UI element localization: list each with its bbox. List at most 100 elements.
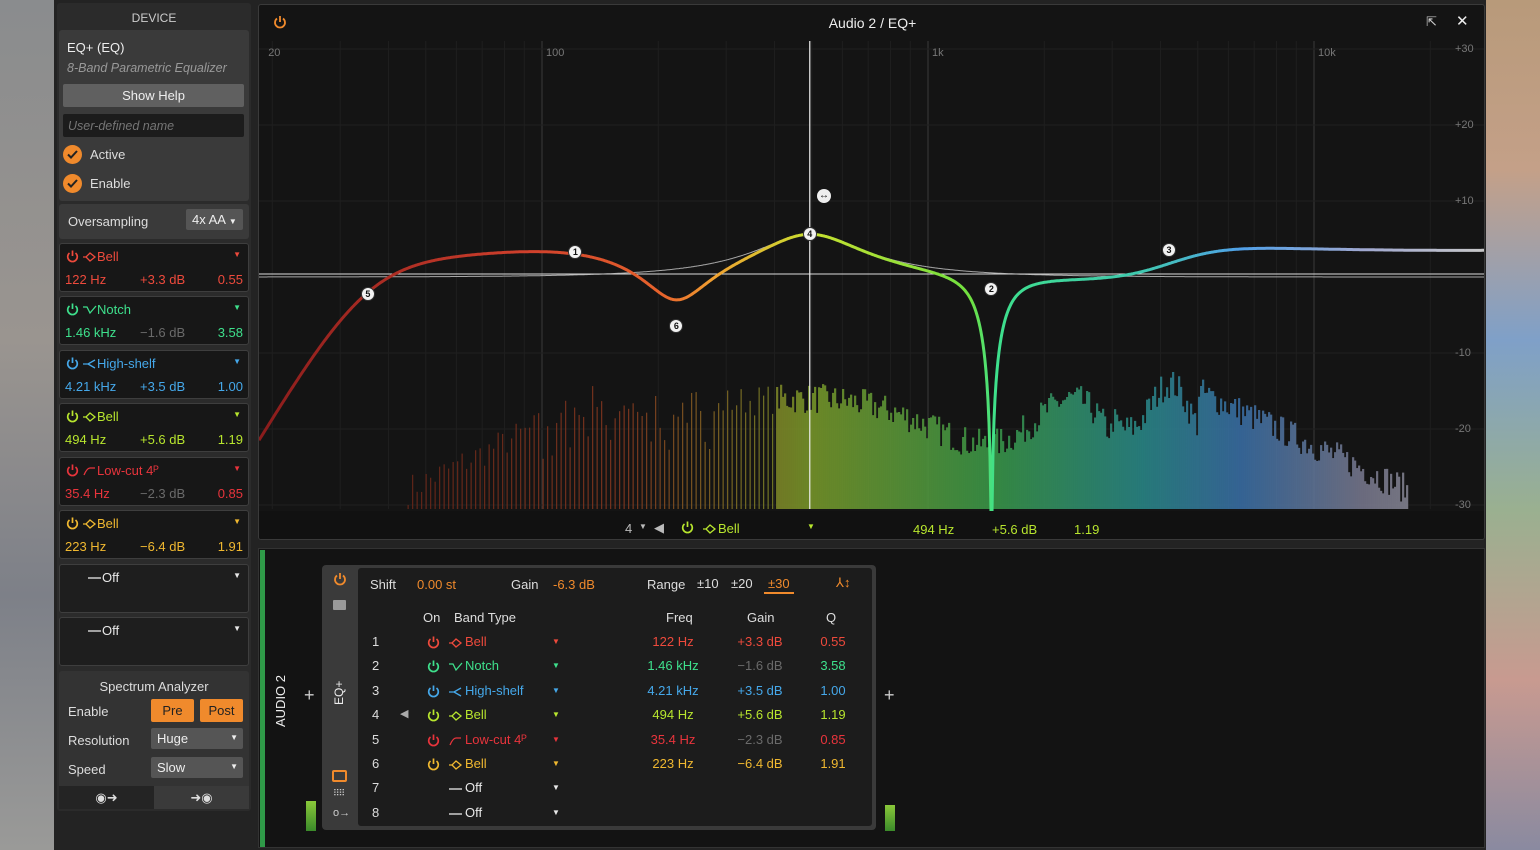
band-q[interactable]: 1.00 — [218, 379, 243, 394]
resolution-dropdown[interactable]: Huge ▼ — [151, 728, 243, 749]
user-defined-name-input[interactable] — [63, 114, 244, 137]
dropdown-arrow-icon[interactable]: ▼ — [552, 808, 560, 817]
band-gain[interactable]: +3.3 dB — [725, 634, 795, 649]
dropdown-arrow-icon[interactable]: ▼ — [552, 710, 560, 719]
oversampling-dropdown[interactable]: 4x AA ▼ — [186, 209, 243, 230]
band-type[interactable]: Bell — [465, 634, 487, 649]
dropdown-arrow-icon[interactable]: ▼ — [233, 571, 241, 580]
band-gain[interactable]: −1.6 dB — [725, 658, 795, 673]
band-gain[interactable]: −1.6 dB — [140, 325, 185, 340]
band-gain[interactable]: −6.4 dB — [140, 539, 185, 554]
band-q[interactable]: 0.85 — [813, 732, 853, 747]
power-icon[interactable] — [66, 517, 79, 530]
dropdown-arrow-icon[interactable]: ▼ — [233, 357, 241, 366]
band-q[interactable]: 3.58 — [218, 325, 243, 340]
band-type[interactable]: Low-cut 4ᴾ — [97, 463, 159, 478]
band-freq[interactable]: 494 Hz — [638, 707, 708, 722]
dropdown-arrow-icon[interactable]: ▼ — [552, 783, 560, 792]
dropdown-arrow-icon[interactable]: ▼ — [233, 464, 241, 473]
dropdown-arrow-icon[interactable]: ▼ — [807, 522, 815, 531]
band-freq[interactable]: 223 Hz — [638, 756, 708, 771]
eq-graph[interactable] — [259, 5, 1485, 540]
add-device-before-button[interactable]: + — [304, 685, 315, 706]
band-q[interactable]: 3.58 — [813, 658, 853, 673]
band-freq[interactable]: 494 Hz — [65, 432, 106, 447]
band-freq[interactable]: 35.4 Hz — [65, 486, 110, 501]
dropdown-arrow-icon[interactable]: ▼ — [552, 661, 560, 670]
grid-icon[interactable]: ⠿⠿ — [333, 788, 345, 799]
folder-icon[interactable] — [333, 600, 346, 610]
range-30-button[interactable]: ±30 — [764, 576, 794, 594]
selected-band-freq[interactable]: 494 Hz — [913, 522, 954, 537]
speaker-icon[interactable]: ◀ — [654, 520, 664, 536]
band-type[interactable]: High-shelf — [465, 683, 524, 698]
band-card-4[interactable]: Bell ▼ 494 Hz +5.6 dB 1.19 — [59, 403, 249, 452]
dropdown-arrow-icon[interactable]: ▼ — [233, 624, 241, 633]
band-type[interactable]: Bell — [465, 756, 487, 771]
shift-value[interactable]: 0.00 st — [417, 577, 456, 592]
band-gain[interactable]: +3.3 dB — [140, 272, 185, 287]
band-gain[interactable]: +3.5 dB — [140, 379, 185, 394]
power-icon[interactable] — [427, 734, 440, 747]
band-gain[interactable]: −2.3 dB — [725, 732, 795, 747]
power-icon[interactable] — [66, 357, 79, 370]
power-icon[interactable] — [427, 758, 440, 771]
gain-value[interactable]: -6.3 dB — [553, 577, 595, 592]
post-button[interactable]: Post — [200, 699, 243, 722]
speed-dropdown[interactable]: Slow ▼ — [151, 757, 243, 778]
speaker-icon[interactable]: ◀ — [400, 707, 408, 720]
band-card-1[interactable]: Bell ▼ 122 Hz +3.3 dB 0.55 — [59, 243, 249, 292]
selected-band-number[interactable]: 4 — [625, 521, 632, 536]
band-freq[interactable]: 35.4 Hz — [638, 732, 708, 747]
power-icon[interactable] — [427, 709, 440, 722]
power-icon[interactable] — [427, 685, 440, 698]
frequency-drag-handle[interactable]: ↔ — [817, 189, 831, 203]
enable-checkbox[interactable]: Enable — [63, 174, 130, 193]
power-icon[interactable] — [681, 521, 694, 534]
add-device-after-button[interactable]: + — [884, 685, 895, 706]
band-card-6[interactable]: Bell ▼ 223 Hz −6.4 dB 1.91 — [59, 510, 249, 559]
band-freq[interactable]: 1.46 kHz — [65, 325, 116, 340]
dropdown-arrow-icon[interactable]: ▼ — [552, 735, 560, 744]
band-type[interactable]: High-shelf — [97, 356, 156, 371]
show-help-button[interactable]: Show Help — [63, 84, 244, 107]
window-toggle-icon[interactable] — [332, 770, 347, 782]
band-type[interactable]: Off — [465, 805, 482, 820]
band-q[interactable]: 1.19 — [813, 707, 853, 722]
band-type[interactable]: Off — [465, 780, 482, 795]
power-icon[interactable] — [427, 660, 440, 673]
band-type[interactable]: Bell — [97, 409, 119, 424]
dropdown-arrow-icon[interactable]: ▼ — [552, 686, 560, 695]
band-gain[interactable]: +3.5 dB — [725, 683, 795, 698]
band-type[interactable]: Notch — [97, 302, 131, 317]
band-card-2[interactable]: Notch ▼ 1.46 kHz −1.6 dB 3.58 — [59, 296, 249, 345]
band-freq[interactable]: 1.46 kHz — [638, 658, 708, 673]
sidechain-out-button[interactable]: ◉➜ — [59, 786, 154, 809]
band-freq[interactable]: 4.21 kHz — [65, 379, 116, 394]
dropdown-arrow-icon[interactable]: ▼ — [233, 517, 241, 526]
band-freq[interactable]: 122 Hz — [638, 634, 708, 649]
band-card-8[interactable]: Off ▼ — [59, 617, 249, 666]
power-icon[interactable] — [66, 303, 79, 316]
device-tab-label[interactable]: EQ+ — [332, 681, 346, 705]
band-gain[interactable]: −6.4 dB — [725, 756, 795, 771]
display-mode-icon[interactable]: ⅄↕ — [836, 575, 850, 591]
range-10-button[interactable]: ±10 — [697, 576, 719, 591]
band-card-7[interactable]: Off ▼ — [59, 564, 249, 613]
band-type[interactable]: Low-cut 4ᴾ — [465, 732, 527, 747]
band-type[interactable]: Notch — [465, 658, 499, 673]
band-gain[interactable]: −2.3 dB — [140, 486, 185, 501]
dropdown-arrow-icon[interactable]: ▼ — [233, 303, 241, 312]
band-q[interactable]: 0.55 — [218, 272, 243, 287]
key-icon[interactable]: o→ — [333, 807, 350, 819]
band-type[interactable]: Bell — [97, 516, 119, 531]
dropdown-arrow-icon[interactable]: ▼ — [639, 522, 647, 531]
power-icon[interactable] — [66, 410, 79, 423]
band-marker-6[interactable]: 6 — [669, 318, 684, 333]
range-20-button[interactable]: ±20 — [731, 576, 753, 591]
selected-band-type[interactable]: Bell — [718, 521, 740, 536]
band-q[interactable]: 0.85 — [218, 486, 243, 501]
band-q[interactable]: 1.19 — [218, 432, 243, 447]
pre-button[interactable]: Pre — [151, 699, 194, 722]
band-type[interactable]: Off — [102, 570, 119, 585]
